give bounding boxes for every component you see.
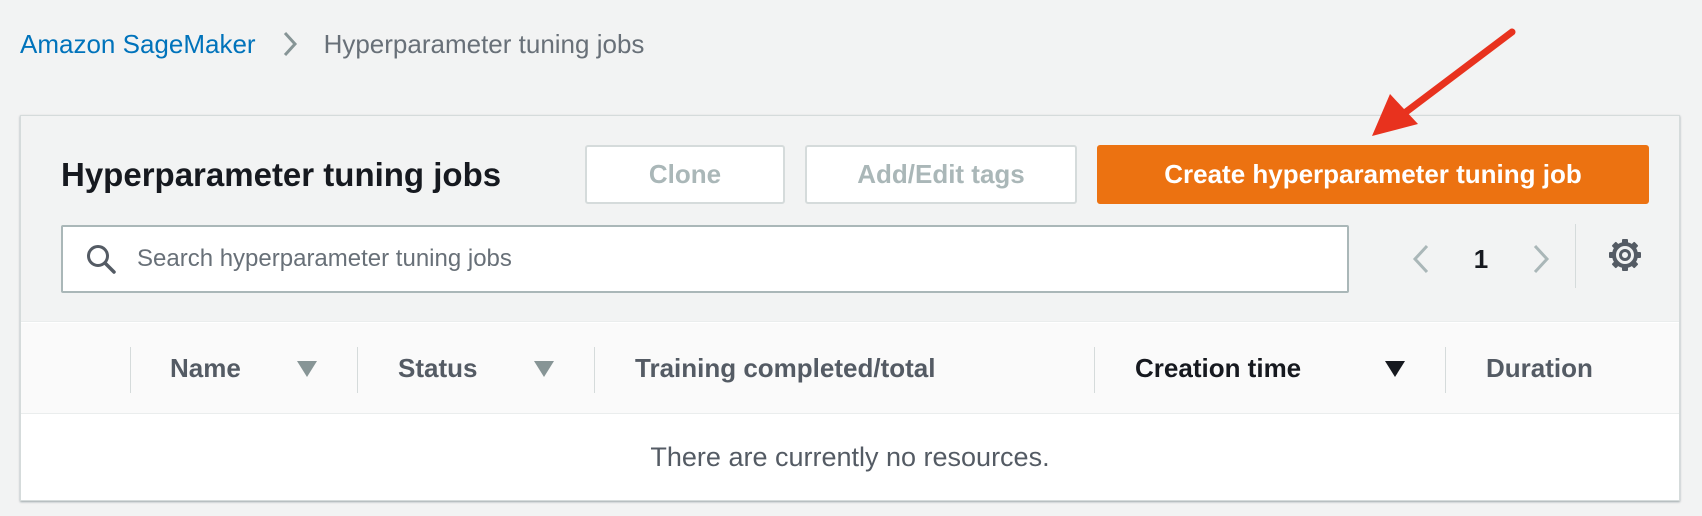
page-number[interactable]: 1 <box>1441 244 1521 275</box>
breadcrumb-link-sagemaker[interactable]: Amazon SageMaker <box>20 29 256 60</box>
tuning-jobs-panel: Hyperparameter tuning jobs Clone Add/Edi… <box>20 115 1680 501</box>
chevron-left-icon[interactable] <box>1401 234 1441 284</box>
gear-icon[interactable] <box>1607 237 1647 277</box>
column-divider <box>594 347 595 393</box>
search-icon <box>85 243 117 275</box>
chevron-right-icon[interactable] <box>1521 234 1561 284</box>
add-edit-tags-button[interactable]: Add/Edit tags <box>805 145 1077 204</box>
breadcrumb-current: Hyperparameter tuning jobs <box>323 28 645 59</box>
column-header-duration: Duration <box>1486 353 1593 383</box>
column-header-creation-time[interactable]: Creation time <box>1135 323 1301 414</box>
column-divider <box>130 347 131 393</box>
column-divider <box>1094 347 1095 393</box>
pagination: 1 <box>1401 228 1561 290</box>
column-header-status[interactable]: Status <box>398 323 477 414</box>
chevron-right-icon <box>282 30 298 58</box>
caret-down-icon[interactable] <box>1385 361 1405 382</box>
column-divider <box>357 347 358 393</box>
column-divider <box>1445 347 1446 393</box>
column-header-training: Training completed/total <box>635 353 936 383</box>
caret-down-icon[interactable] <box>297 361 317 382</box>
breadcrumb: Amazon SageMaker Hyperparameter tuning j… <box>20 26 644 62</box>
create-tuning-job-button[interactable]: Create hyperparameter tuning job <box>1097 145 1649 204</box>
search-box <box>61 225 1349 293</box>
table-header: Name Status Training completed/total Cre… <box>21 323 1679 414</box>
page-title: Hyperparameter tuning jobs <box>61 156 502 193</box>
empty-state-message: There are currently no resources. <box>650 441 1050 472</box>
clone-button[interactable]: Clone <box>585 145 785 204</box>
search-input[interactable] <box>137 227 1347 291</box>
divider <box>1575 224 1576 288</box>
caret-down-icon[interactable] <box>534 361 554 382</box>
panel-header: Hyperparameter tuning jobs Clone Add/Edi… <box>21 116 1679 322</box>
column-header-name[interactable]: Name <box>170 323 241 414</box>
